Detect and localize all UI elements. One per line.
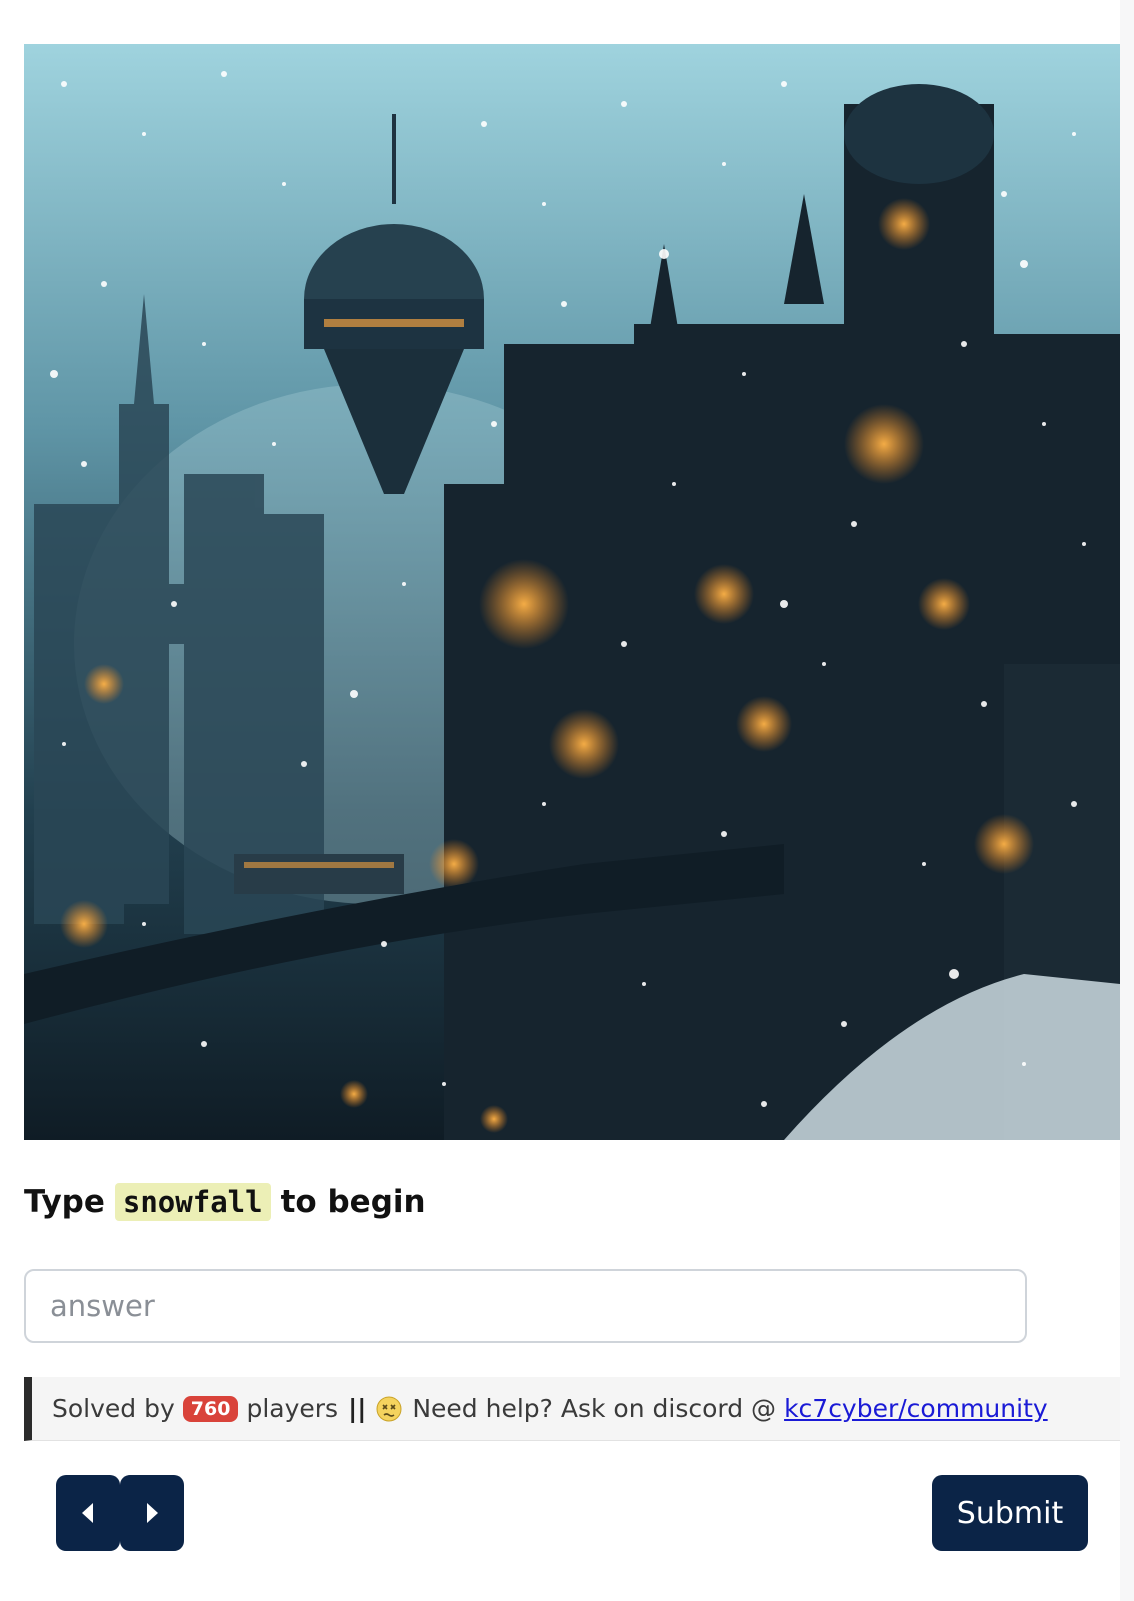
caret-right-icon — [147, 1503, 158, 1523]
solved-count-badge: 760 — [182, 1395, 239, 1422]
scrollbar[interactable] — [1120, 0, 1134, 1601]
prompt-text: Type snowfall to begin — [24, 1183, 426, 1221]
discord-link[interactable]: kc7cyber/community — [784, 1394, 1048, 1423]
solved-prefix: Solved by — [52, 1394, 175, 1423]
dizzy-face-icon — [376, 1396, 402, 1422]
answer-input[interactable] — [24, 1269, 1027, 1343]
hero-image — [24, 44, 1120, 1140]
prompt-code: snowfall — [114, 1183, 271, 1221]
prompt-prefix: Type — [24, 1184, 105, 1220]
separator: || — [348, 1394, 367, 1423]
previous-button[interactable] — [56, 1475, 120, 1551]
caret-left-icon — [82, 1503, 93, 1523]
submit-button[interactable]: Submit — [932, 1475, 1088, 1551]
prompt-suffix: to begin — [280, 1184, 426, 1220]
next-button[interactable] — [120, 1475, 184, 1551]
info-bar: Solved by 760 players || Need help? Ask … — [24, 1377, 1120, 1441]
help-text: Need help? Ask on discord @ — [412, 1394, 777, 1423]
solved-suffix: players — [246, 1394, 339, 1423]
